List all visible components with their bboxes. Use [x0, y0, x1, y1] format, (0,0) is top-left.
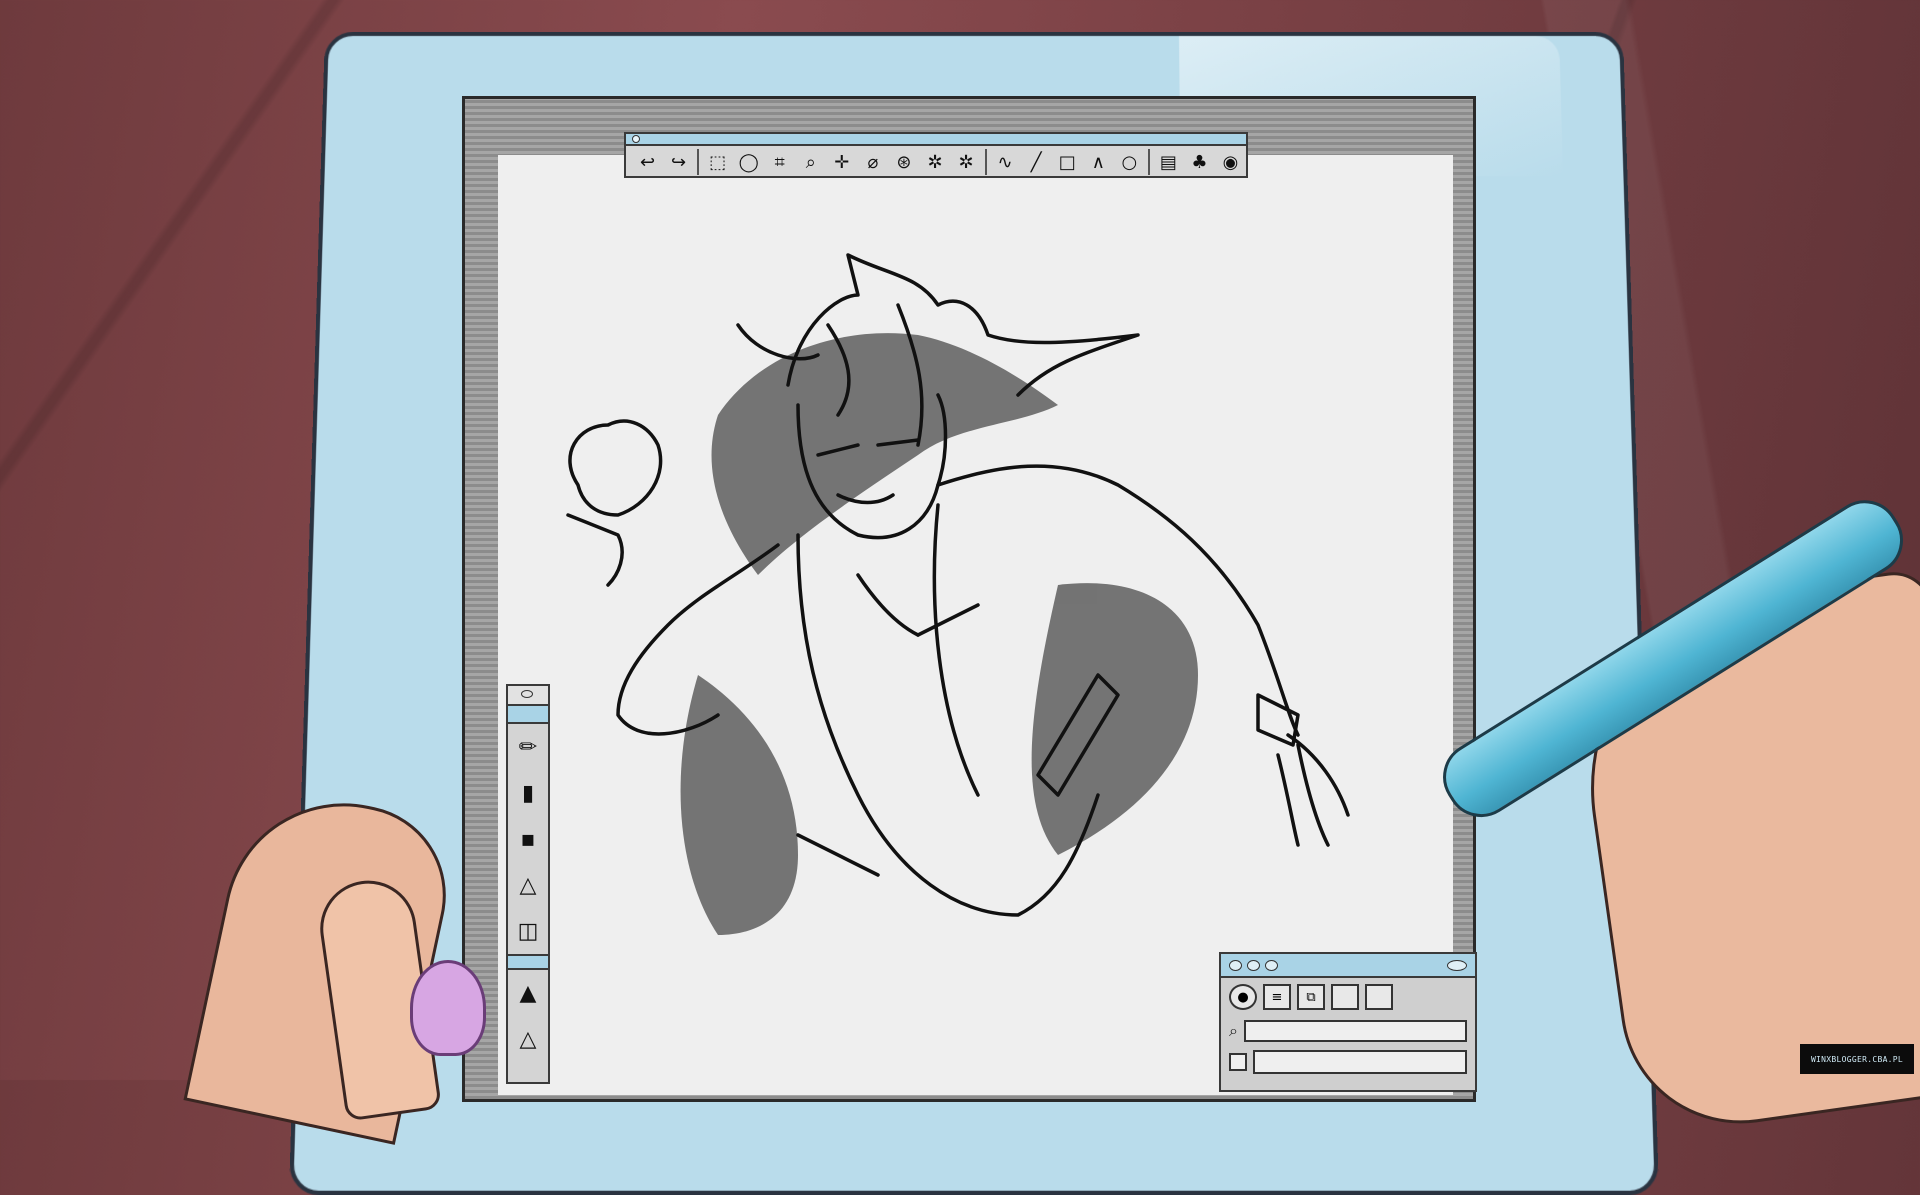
lasso-icon[interactable]: ◯	[733, 148, 764, 176]
open-hand	[1276, 733, 1350, 847]
window-maximize-icon[interactable]	[1265, 960, 1278, 971]
rectangle-icon[interactable]: □	[1052, 148, 1083, 176]
toolbar-tools: ↩ ↪ ⬚ ◯ ⌗ ⌕ ✛ ⌀ ⊛ ✲ ✲ ∿ ╱ □ ∧ ○ ▤ ♣ ◉	[626, 146, 1246, 178]
layer-group-icon[interactable]: ⧉	[1297, 984, 1325, 1010]
layers-panel: ● ≡ ⧉ ⌕	[1219, 952, 1477, 1092]
brush-separator	[508, 954, 548, 970]
shading	[680, 333, 1198, 935]
move-icon[interactable]: ✛	[826, 148, 857, 176]
watermark: WINXBLOGGER.CBA.PL	[1800, 1044, 1914, 1074]
curve-icon[interactable]: ∿	[990, 148, 1021, 176]
pen-nib-icon[interactable]: ▲	[508, 970, 548, 1016]
fill-icon[interactable]: ⊛	[888, 148, 919, 176]
layers-search-row: ⌕	[1221, 1016, 1475, 1046]
window-menu-icon[interactable]	[1447, 960, 1467, 971]
toolbar-separator	[697, 149, 700, 175]
bucket-icon[interactable]: ◫	[508, 908, 548, 954]
heart-charm	[410, 960, 486, 1056]
rect-select-icon[interactable]: ⬚	[702, 148, 733, 176]
fist	[568, 419, 663, 517]
line-icon[interactable]: ╱	[1021, 148, 1052, 176]
marker-icon[interactable]: ▮	[508, 770, 548, 816]
color-wheel-icon[interactable]: ◉	[1215, 148, 1246, 176]
polyline-icon[interactable]: ∧	[1083, 148, 1114, 176]
toolbar-grip-icon[interactable]	[632, 135, 640, 143]
toolbar-separator	[984, 149, 987, 175]
layers-panel-actions: ● ≡ ⧉	[1221, 978, 1475, 1016]
fine-pen-icon[interactable]: △	[508, 1016, 548, 1062]
ellipse-icon[interactable]: ○	[1114, 148, 1145, 176]
zoom-icon[interactable]: ⌕	[795, 148, 826, 176]
layer-name-field[interactable]	[1253, 1050, 1467, 1074]
triangle-brush-icon[interactable]: △	[508, 862, 548, 908]
brush-panel-header	[508, 706, 548, 724]
brush-panel-titlebar[interactable]	[508, 686, 548, 706]
layer-visibility-checkbox[interactable]	[1229, 1053, 1247, 1071]
magic-wand-icon[interactable]: ✲	[920, 148, 951, 176]
window-minimize-icon[interactable]	[1247, 960, 1260, 971]
ink-brush-icon[interactable]: ▪	[508, 816, 548, 862]
panel-grip-icon[interactable]	[521, 690, 533, 698]
redo-icon[interactable]: ↪	[663, 148, 694, 176]
crop-icon[interactable]: ⌗	[764, 148, 795, 176]
layers-stack-icon[interactable]: ▤	[1153, 148, 1184, 176]
layer-mask-icon[interactable]	[1365, 984, 1393, 1010]
main-toolbar: ↩ ↪ ⬚ ◯ ⌗ ⌕ ✛ ⌀ ⊛ ✲ ✲ ∿ ╱ □ ∧ ○ ▤ ♣ ◉	[624, 132, 1248, 178]
window-close-icon[interactable]	[1229, 960, 1242, 971]
search-icon: ⌕	[1229, 1021, 1238, 1040]
toolbar-separator	[1147, 149, 1150, 175]
new-layer-icon[interactable]: ●	[1229, 984, 1257, 1010]
undo-icon[interactable]: ↩	[632, 148, 663, 176]
eraser-icon[interactable]: ⌀	[857, 148, 888, 176]
brush-list: ✏ ▮ ▪ △ ◫ ▲ △	[508, 724, 548, 1062]
layer-list-icon[interactable]: ≡	[1263, 984, 1291, 1010]
layers-search-input[interactable]	[1243, 1020, 1467, 1042]
layer-row[interactable]	[1221, 1046, 1475, 1078]
layer-square-icon[interactable]	[1331, 984, 1359, 1010]
pencil-icon[interactable]: ✏	[508, 724, 548, 770]
layers-panel-titlebar[interactable]	[1221, 954, 1475, 978]
magic-wand-alt-icon[interactable]: ✲	[951, 148, 982, 176]
brush-panel: ✏ ▮ ▪ △ ◫ ▲ △	[506, 684, 550, 1084]
toolbar-titlebar[interactable]	[626, 134, 1246, 146]
palette-icon[interactable]: ♣	[1184, 148, 1215, 176]
